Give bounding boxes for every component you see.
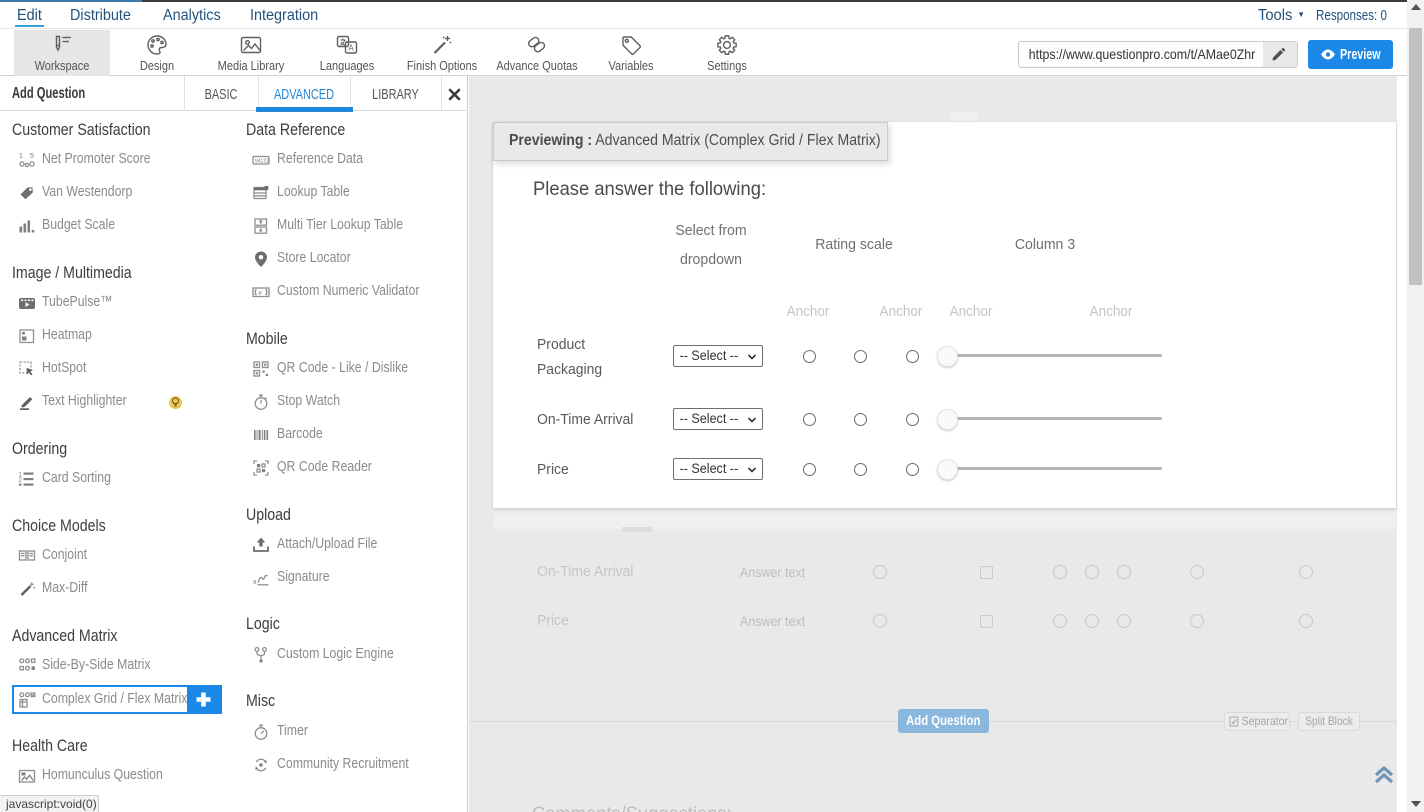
svg-text:5: 5: [30, 153, 34, 160]
svg-text:A: A: [348, 44, 354, 53]
svg-text:1: 1: [19, 153, 23, 160]
svg-text:x: x: [253, 579, 257, 586]
svg-text:94122: 94122: [255, 159, 269, 165]
svg-text:#: #: [258, 290, 262, 297]
svg-text:2: 2: [19, 478, 23, 484]
